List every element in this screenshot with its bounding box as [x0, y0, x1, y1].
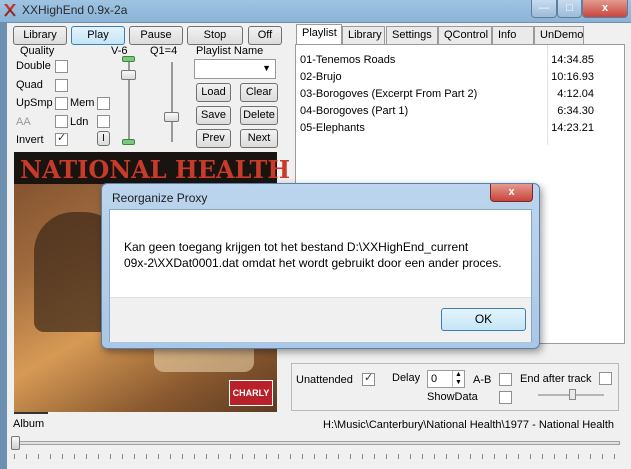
seek-thumb[interactable]: [11, 436, 20, 450]
album-underline: [14, 412, 48, 414]
label-logo: CHARLY: [229, 380, 273, 406]
mem-label: Mem: [70, 97, 95, 109]
aa-label: AA: [16, 116, 31, 128]
file-path: H:\Music\Canterbury\National Health\1977…: [323, 419, 615, 431]
list-item[interactable]: 01-Tenemos Roads 14:34.85: [300, 52, 594, 69]
delete-button[interactable]: Delete: [240, 106, 278, 125]
reorganize-proxy-dialog: Reorganize Proxy x Kan geen toegang krij…: [101, 183, 540, 349]
end-after-track-checkbox[interactable]: [599, 372, 612, 385]
delay-stepper[interactable]: ▲ ▼: [452, 371, 464, 387]
album-label: Album: [13, 418, 45, 430]
quad-checkbox[interactable]: [55, 79, 68, 92]
play-button[interactable]: Play: [71, 26, 125, 45]
quality-label: Quality: [20, 45, 55, 57]
seek-bar[interactable]: [14, 441, 620, 445]
window-title: XXHighEnd 0.9x-2a: [22, 3, 128, 17]
load-button[interactable]: Load: [196, 83, 231, 102]
v6-slider-thumb[interactable]: [121, 70, 136, 80]
list-item[interactable]: 03-Borogoves (Excerpt From Part 2) 4:12.0…: [300, 86, 594, 103]
aa-checkbox[interactable]: [55, 115, 68, 128]
volume-slider-thumb[interactable]: [569, 389, 576, 400]
pause-button[interactable]: Pause: [129, 26, 183, 45]
dialog-close-button[interactable]: x: [490, 184, 533, 202]
maximize-button[interactable]: □: [557, 0, 582, 18]
showdata-checkbox[interactable]: [499, 391, 512, 404]
unattended-label: Unattended: [296, 374, 353, 386]
seek-ticks: [14, 454, 620, 459]
invert-label: Invert: [16, 134, 44, 146]
ab-label: A-B: [473, 374, 492, 386]
close-button[interactable]: x: [582, 0, 628, 18]
minimize-button[interactable]: —: [531, 0, 557, 18]
list-item[interactable]: 04-Borogoves (Part 1) 6:34.30: [300, 103, 594, 120]
quad-label: Quad: [16, 79, 43, 91]
end-after-track-label: End after track: [520, 373, 592, 385]
playlist-name-select[interactable]: ▼: [194, 59, 276, 79]
tab-qcontrol[interactable]: QControl: [438, 26, 492, 44]
clear-button[interactable]: Clear: [240, 83, 278, 102]
app-icon: [4, 4, 16, 17]
prev-button[interactable]: Prev: [196, 129, 231, 148]
q1-label: Q1=4: [150, 45, 178, 57]
upsmp-label: UpSmp: [16, 97, 53, 109]
delay-label: Delay: [392, 372, 421, 384]
save-button[interactable]: Save: [196, 106, 231, 125]
dialog-footer: OK: [110, 297, 531, 342]
list-item[interactable]: 05-Elephants 14:23.21: [300, 120, 594, 137]
double-checkbox[interactable]: [55, 60, 68, 73]
dialog-message-line1: Kan geen toegang krijgen tot het bestand…: [124, 240, 469, 254]
next-button[interactable]: Next: [240, 129, 278, 148]
dialog-body: Kan geen toegang krijgen tot het bestand…: [109, 209, 532, 342]
album-band-text: NATIONAL HEALTH: [20, 155, 291, 184]
library-button[interactable]: Library: [13, 26, 67, 45]
ldn-label: Ldn: [70, 116, 89, 128]
chevron-down-icon: ▼: [262, 63, 271, 73]
q1-slider-thumb[interactable]: [164, 112, 179, 122]
tab-undemo[interactable]: UnDemo: [534, 26, 584, 44]
q1-slider-track[interactable]: [171, 62, 173, 142]
dialog-title: Reorganize Proxy: [112, 191, 208, 205]
tab-playlist[interactable]: Playlist: [296, 24, 342, 45]
ldn-checkbox[interactable]: [97, 115, 110, 128]
title-bar: XXHighEnd 0.9x-2a — □ x: [0, 0, 631, 22]
showdata-label: ShowData: [427, 391, 478, 403]
upsmp-checkbox[interactable]: [55, 97, 68, 110]
mem-checkbox[interactable]: [97, 97, 110, 110]
tab-library[interactable]: Library: [342, 26, 385, 44]
i-button[interactable]: I: [97, 131, 110, 146]
list-item[interactable]: 02-Brujo 10:16.93: [300, 69, 594, 86]
tab-settings[interactable]: Settings: [386, 26, 438, 44]
stop-button[interactable]: Stop: [187, 26, 243, 45]
playlist-name-label: Playlist Name: [196, 45, 264, 57]
ok-button[interactable]: OK: [441, 308, 526, 331]
unattended-checkbox[interactable]: [362, 371, 375, 386]
double-label: Double: [16, 60, 51, 72]
invert-checkbox[interactable]: [55, 131, 68, 146]
v6-top-marker: [122, 56, 135, 62]
dialog-message-line2: 09x-2\XXDat0001.dat omdat het wordt gebr…: [124, 256, 502, 270]
tab-info[interactable]: Info: [492, 26, 534, 44]
v6-bottom-marker: [122, 139, 135, 145]
off-button[interactable]: Off: [248, 26, 282, 45]
ab-checkbox[interactable]: [499, 373, 512, 386]
